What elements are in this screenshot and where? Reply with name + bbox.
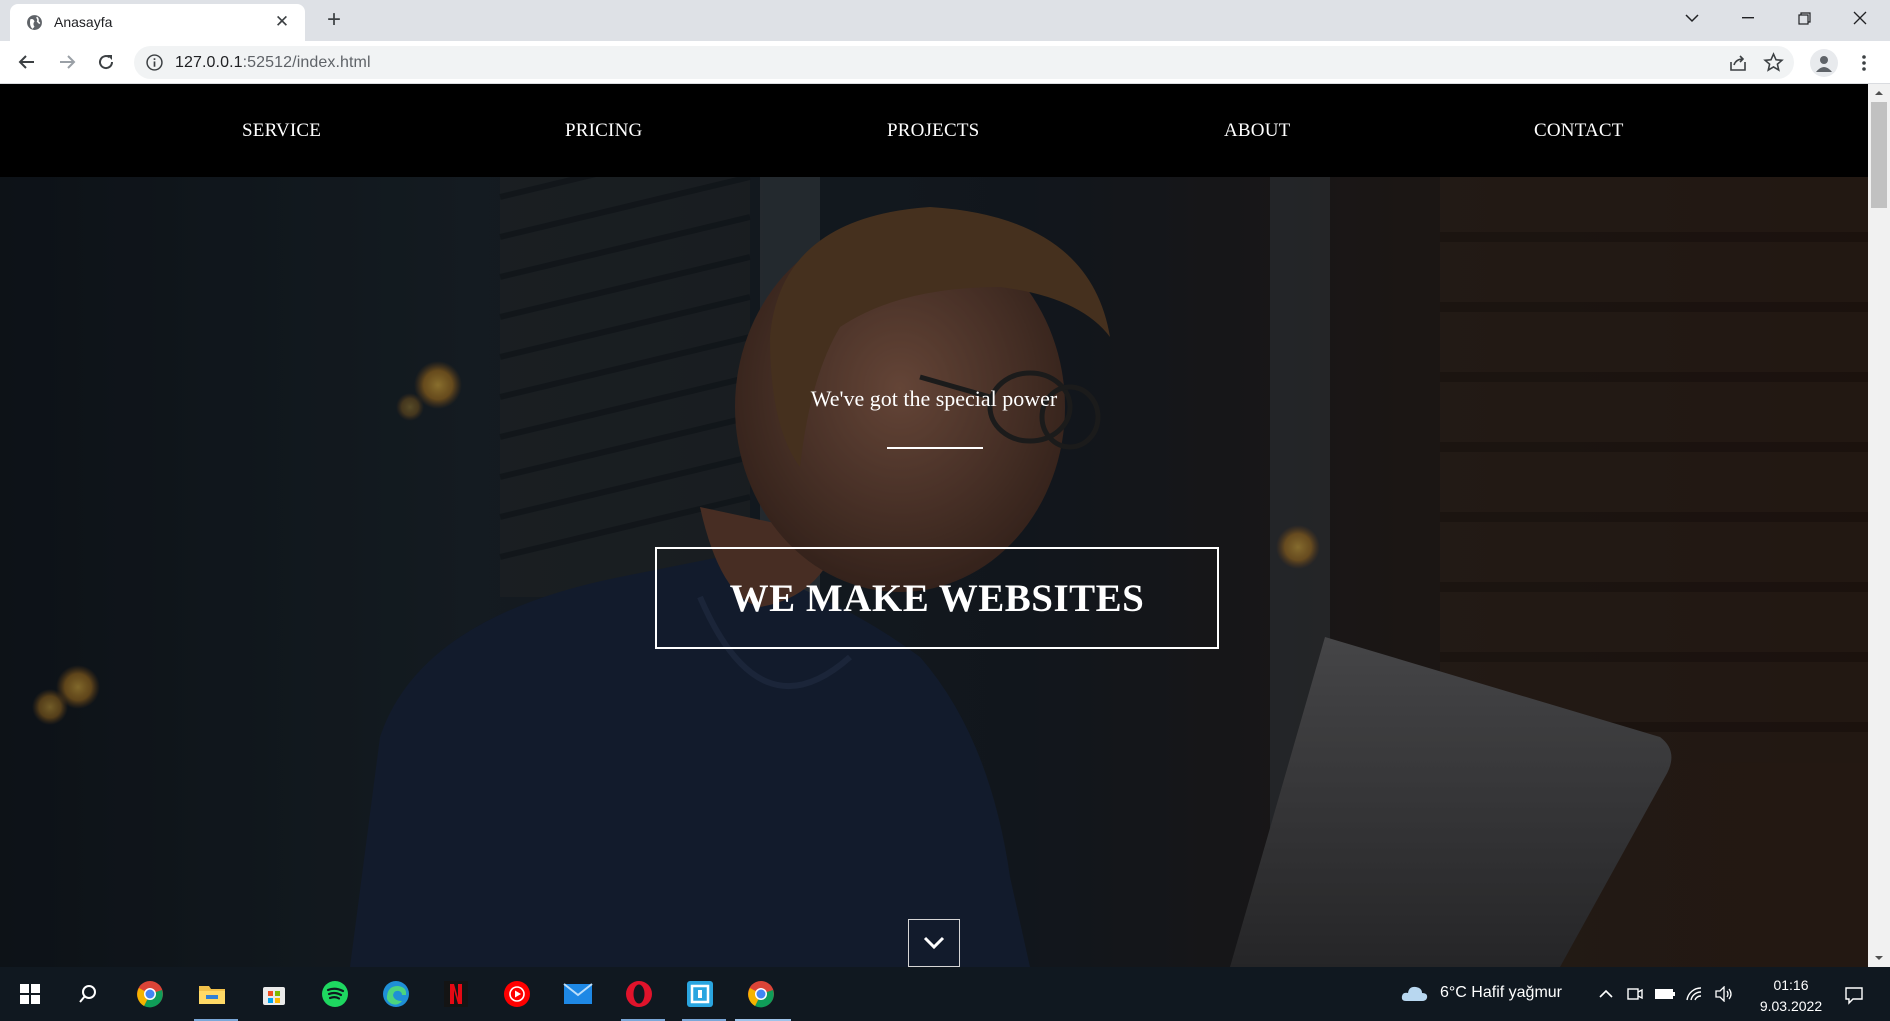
chrome-app-icon-active[interactable] [743,976,779,1012]
netflix-icon[interactable] [438,976,474,1012]
hero-tagline: We've got the special power [810,386,1058,411]
bookmark-star-icon[interactable] [1763,52,1784,73]
tab-strip: Anasayfa ✕ + [0,0,1890,41]
remote-desktop-icon[interactable] [682,976,718,1012]
url-path: :52512/index.html [242,54,371,71]
clock-date[interactable]: 9.03.2022 [1746,998,1836,1014]
browser-tab[interactable]: Anasayfa ✕ [10,4,305,41]
windows-taskbar: 6°C Hafif yağmur 01:16 9.03.2022 [0,967,1890,1021]
window-close-icon[interactable] [1832,0,1888,36]
page-viewport: SERVICE PRICING PROJECTS ABOUT CONTACT W… [0,84,1890,967]
scroll-up-arrow-icon[interactable] [1874,88,1884,98]
edge-icon[interactable] [378,976,414,1012]
nav-link-pricing[interactable]: PRICING [565,120,642,142]
close-icon[interactable]: ✕ [271,11,293,33]
notification-icon[interactable] [1836,977,1872,1013]
tab-title: Anasayfa [54,14,113,30]
wifi-icon[interactable] [1683,979,1707,1009]
url-text: 127.0.0.1:52512/index.html [175,54,371,72]
plus-icon[interactable]: + [320,7,348,35]
windows-start-icon[interactable] [12,976,48,1012]
share-icon[interactable] [1728,53,1748,73]
tab-search-icon[interactable] [1664,0,1720,36]
nav-link-about[interactable]: ABOUT [1224,120,1290,142]
url-host: 127.0.0.1 [175,54,243,71]
scroll-down-arrow-icon[interactable] [1874,953,1884,963]
site-navbar: SERVICE PRICING PROJECTS ABOUT CONTACT [0,84,1868,177]
headline-frame: WE MAKE WEBSITES [655,547,1219,649]
reload-icon[interactable] [91,47,121,77]
forward-icon[interactable] [52,47,82,77]
menu-kebab-icon[interactable] [1852,51,1876,75]
hero-section: We've got the special power WE MAKE WEBS… [0,177,1868,967]
clock-time[interactable]: 01:16 [1766,977,1816,993]
address-bar[interactable]: 127.0.0.1:52512/index.html [134,46,1794,79]
nav-link-projects[interactable]: PROJECTS [887,120,979,142]
back-icon[interactable] [12,47,42,77]
info-icon[interactable] [146,54,163,71]
profile-avatar-icon[interactable] [1810,49,1838,77]
search-icon[interactable] [70,976,106,1012]
meet-now-icon[interactable] [1624,979,1646,1009]
page-scrollbar[interactable] [1868,84,1890,967]
browser-toolbar: 127.0.0.1:52512/index.html [0,41,1890,84]
chevron-down-icon [923,936,945,950]
weather-text[interactable]: 6°C Hafif yağmur [1440,984,1562,1002]
hero-divider [887,447,983,449]
file-explorer-icon[interactable] [194,976,230,1012]
scroll-down-button[interactable] [908,919,960,967]
mail-icon[interactable] [560,976,596,1012]
nav-link-service[interactable]: SERVICE [242,120,321,142]
chevron-up-icon[interactable] [1595,979,1617,1009]
globe-icon [27,15,42,30]
volume-icon[interactable] [1712,979,1736,1009]
restore-icon[interactable] [1776,0,1832,36]
weather-cloud-icon[interactable] [1398,978,1432,1008]
youtube-music-icon[interactable] [499,976,535,1012]
scrollbar-thumb[interactable] [1871,102,1887,208]
microsoft-store-icon[interactable] [256,976,292,1012]
chrome-app-icon[interactable] [132,976,168,1012]
battery-icon[interactable] [1652,979,1678,1009]
spotify-icon[interactable] [317,976,353,1012]
hero-headline: WE MAKE WEBSITES [729,576,1145,620]
nav-link-contact[interactable]: CONTACT [1534,120,1624,142]
minimize-icon[interactable] [1720,0,1776,36]
opera-icon[interactable] [621,976,657,1012]
